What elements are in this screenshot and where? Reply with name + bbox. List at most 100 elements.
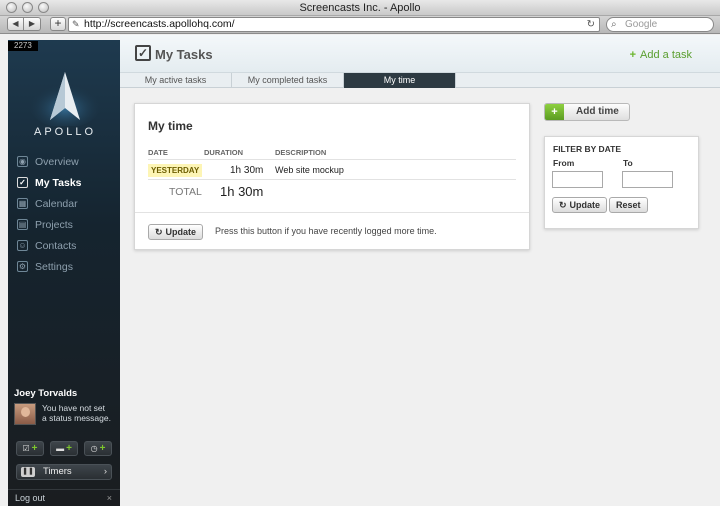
update-button[interactable]: ↻ Update bbox=[148, 224, 204, 240]
eye-icon: ◉ bbox=[17, 156, 28, 167]
panel-footer: ↻ Update Press this button if you have re… bbox=[135, 212, 529, 250]
filter-by-date-panel: FILTER BY DATE From To ↻ Update Reset bbox=[544, 136, 699, 229]
counter-badge: 2273 bbox=[8, 41, 38, 51]
sidebar-item-label: My Tasks bbox=[35, 176, 82, 189]
sidebar: 2273 APOLLO ◉ Overview ✓ My Tasks ▦ Cale bbox=[8, 40, 120, 506]
quick-add-time-button[interactable]: ◷ + bbox=[84, 441, 112, 456]
logout-bar: Log out × bbox=[8, 489, 120, 506]
window-title: Screencasts Inc. - Apollo bbox=[299, 2, 421, 14]
to-label: To bbox=[623, 158, 633, 168]
filter-reset-button[interactable]: Reset bbox=[609, 197, 648, 213]
timers-button[interactable]: ❚❚ Timers › bbox=[16, 464, 112, 480]
address-url: http://screencasts.apollohq.com/ bbox=[84, 18, 235, 30]
sidebar-item-label: Calendar bbox=[35, 197, 78, 210]
from-label: From bbox=[553, 158, 575, 168]
plus-icon: + bbox=[31, 443, 38, 454]
filter-update-label: Update bbox=[569, 200, 601, 210]
sidebar-item-label: Overview bbox=[35, 155, 79, 168]
main-content: ✓ My Tasks + Add a task My active tasks M… bbox=[120, 35, 720, 506]
page-title: My Tasks bbox=[155, 47, 213, 62]
quick-add-project-button[interactable]: ▬ + bbox=[50, 441, 78, 456]
minimize-window-button[interactable] bbox=[22, 2, 33, 13]
apollo-logo[interactable]: APOLLO bbox=[28, 68, 102, 144]
checkbox-icon: ✓ bbox=[17, 177, 28, 188]
checkbox-icon: ✓ bbox=[135, 45, 151, 61]
forward-icon: ▶ bbox=[28, 19, 36, 28]
sidebar-item-label: Contacts bbox=[35, 239, 77, 252]
sidebar-item-calendar[interactable]: ▦ Calendar bbox=[8, 193, 120, 214]
logout-link[interactable]: Log out bbox=[15, 493, 45, 503]
user-name[interactable]: Joey Torvalds bbox=[14, 388, 118, 399]
filter-update-button[interactable]: ↻ Update bbox=[552, 197, 608, 213]
add-time-button[interactable]: + Add time bbox=[544, 103, 630, 121]
quick-add-task-button[interactable]: ☑ + bbox=[16, 441, 44, 456]
plus-icon: + bbox=[99, 443, 106, 454]
total-label: TOTAL bbox=[169, 186, 202, 198]
date-badge: YESTERDAY bbox=[148, 164, 203, 177]
tab-active-tasks[interactable]: My active tasks bbox=[120, 73, 232, 88]
column-header-description: DESCRIPTION bbox=[275, 148, 327, 157]
back-button[interactable]: ◀ bbox=[7, 17, 24, 31]
zoom-window-button[interactable] bbox=[38, 2, 49, 13]
avatar[interactable] bbox=[14, 403, 36, 425]
sidebar-item-projects[interactable]: ▤ Projects bbox=[8, 214, 120, 235]
user-status-message[interactable]: You have not set a status message. bbox=[42, 403, 112, 425]
column-header-duration: DURATION bbox=[204, 148, 244, 157]
sidebar-item-overview[interactable]: ◉ Overview bbox=[8, 151, 120, 172]
window-titlebar: Screencasts Inc. - Apollo bbox=[0, 0, 720, 16]
projects-icon: ▤ bbox=[17, 219, 28, 230]
filter-title: FILTER BY DATE bbox=[553, 144, 621, 154]
to-date-input[interactable] bbox=[622, 171, 673, 188]
plus-icon: + bbox=[629, 49, 637, 61]
timers-label: Timers bbox=[43, 466, 72, 477]
tab-bar: My active tasks My completed tasks My ti… bbox=[120, 73, 720, 88]
feather-icon: ✎ bbox=[72, 19, 80, 29]
apollo-logo-icon bbox=[29, 72, 101, 128]
plus-icon: + bbox=[54, 16, 62, 30]
checkbox-icon: ☑ bbox=[22, 444, 30, 453]
calendar-icon: ▦ bbox=[17, 198, 28, 209]
clock-icon: ◷ bbox=[90, 444, 98, 453]
browser-toolbar: ◀ ▶ + ✎ http://screencasts.apollohq.com/… bbox=[0, 16, 720, 34]
sidebar-item-contacts[interactable]: ☺ Contacts bbox=[8, 235, 120, 256]
reload-icon[interactable]: ↻ bbox=[587, 18, 595, 31]
forward-button[interactable]: ▶ bbox=[24, 17, 41, 31]
panel-title: My time bbox=[148, 119, 193, 133]
tab-completed-tasks[interactable]: My completed tasks bbox=[232, 73, 344, 88]
tab-my-time[interactable]: My time bbox=[344, 73, 456, 88]
address-bar[interactable]: ✎ http://screencasts.apollohq.com/ ↻ bbox=[68, 17, 600, 32]
total-value: 1h 30m bbox=[220, 184, 264, 199]
page-header: ✓ My Tasks + Add a task bbox=[120, 35, 720, 73]
logo-text: APOLLO bbox=[33, 126, 97, 138]
add-task-link[interactable]: + Add a task bbox=[630, 49, 692, 61]
table-header: DATE DURATION DESCRIPTION bbox=[148, 148, 516, 160]
from-date-input[interactable] bbox=[552, 171, 603, 188]
duration-cell: 1h 30m bbox=[230, 165, 264, 176]
add-time-label: Add time bbox=[576, 106, 619, 117]
plus-icon: + bbox=[545, 104, 564, 120]
search-icon: ⌕ bbox=[611, 19, 617, 30]
sidebar-item-my-tasks[interactable]: ✓ My Tasks bbox=[8, 172, 120, 193]
search-input[interactable]: ⌕ Google bbox=[606, 17, 714, 32]
chevron-right-icon: › bbox=[103, 466, 107, 477]
window-controls bbox=[6, 2, 49, 13]
refresh-icon: ↻ bbox=[155, 227, 163, 237]
settings-icon: ⚙ bbox=[17, 261, 28, 272]
sidebar-item-label: Settings bbox=[35, 260, 73, 273]
add-task-label: Add a task bbox=[640, 49, 692, 61]
table-row[interactable]: YESTERDAY 1h 30m Web site mockup bbox=[148, 161, 516, 180]
new-tab-button[interactable]: + bbox=[50, 17, 66, 31]
sidebar-item-label: Projects bbox=[35, 218, 73, 231]
back-icon: ◀ bbox=[12, 19, 19, 28]
close-icon[interactable]: × bbox=[107, 490, 112, 506]
close-window-button[interactable] bbox=[6, 2, 17, 13]
nav-buttons: ◀ ▶ bbox=[7, 17, 41, 31]
refresh-icon: ↻ bbox=[559, 200, 567, 210]
sidebar-nav: ◉ Overview ✓ My Tasks ▦ Calendar ▤ Proje… bbox=[8, 151, 120, 277]
folder-icon: ▬ bbox=[56, 444, 65, 453]
sidebar-item-settings[interactable]: ⚙ Settings bbox=[8, 256, 120, 277]
pause-icon: ❚❚ bbox=[21, 467, 35, 477]
contacts-icon: ☺ bbox=[17, 240, 28, 251]
description-cell: Web site mockup bbox=[275, 165, 344, 175]
update-hint: Press this button if you have recently l… bbox=[215, 226, 437, 236]
